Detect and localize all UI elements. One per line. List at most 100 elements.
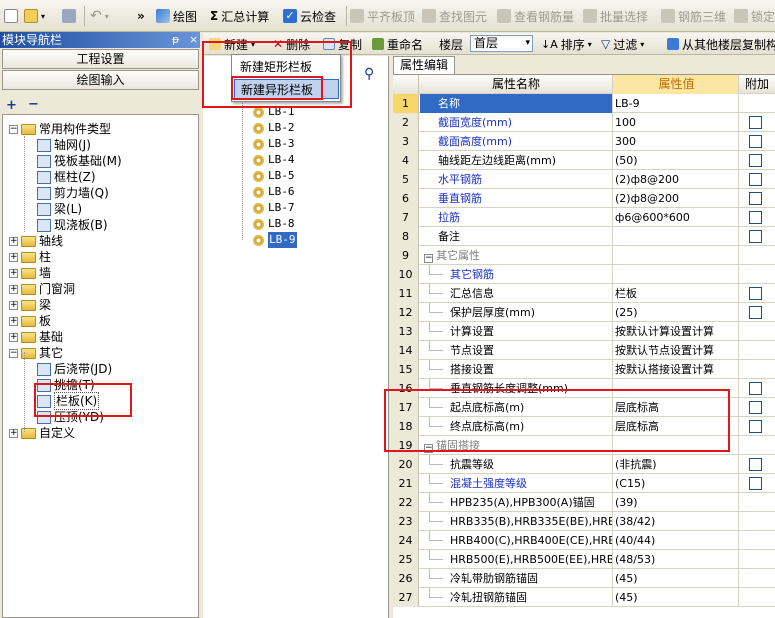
property-value[interactable]: LB-9 (613, 94, 739, 113)
find-element-button[interactable]: 查找图元 (422, 7, 487, 25)
table-row[interactable]: 1 名称 LB-9 (393, 94, 775, 113)
batch-select-button[interactable]: 批量选择 (583, 7, 648, 25)
collapse-icon[interactable]: − (9, 348, 18, 358)
table-row[interactable]: 26 冷轧带肋钢筋锚固 (45) (393, 569, 775, 588)
property-value[interactable]: ф6@600*600 (613, 208, 739, 227)
add-checkbox[interactable] (749, 420, 762, 433)
list-item[interactable]: LB-5 (253, 168, 295, 184)
tree-item[interactable]: 轴网(J) (37, 137, 91, 153)
view-rebar-button[interactable]: 查看钢筋量 (497, 7, 574, 25)
tree-item[interactable]: 筏板基础(M) (37, 153, 122, 169)
property-value[interactable] (613, 265, 739, 284)
add-checkbox[interactable] (749, 401, 762, 414)
tree-folder[interactable]: + 板 (9, 313, 51, 329)
property-value[interactable]: 300 (613, 132, 739, 151)
table-row[interactable]: 24 HRB400(C),HRB400E(CE),HRBF (40/44) (393, 531, 775, 550)
table-row[interactable]: 11 汇总信息 栏板 (393, 284, 775, 303)
add-checkbox[interactable] (749, 135, 762, 148)
add-checkbox[interactable] (749, 230, 762, 243)
drawing-input-button[interactable]: 绘图输入 (2, 70, 199, 90)
lock-button[interactable]: 锁定 (734, 7, 775, 25)
save-icon[interactable] (62, 7, 76, 25)
draw-button[interactable]: 绘图 (156, 7, 197, 25)
list-item[interactable]: LB-9 (253, 232, 297, 248)
property-value[interactable] (613, 246, 739, 265)
open-folder-icon[interactable]: ▾ (24, 7, 45, 25)
property-value[interactable]: 栏板 (613, 284, 739, 303)
expand-icon[interactable]: + (9, 300, 18, 310)
tree-folder[interactable]: − 常用构件类型 (9, 121, 111, 137)
tree-folder[interactable]: + 墙 (9, 265, 51, 281)
rebar-3d-button[interactable]: 钢筋三维 (661, 7, 726, 25)
property-value[interactable] (613, 227, 739, 246)
add-checkbox[interactable] (749, 192, 762, 205)
table-row[interactable]: 14 节点设置 按默认节点设置计算 (393, 341, 775, 360)
property-value[interactable]: (25) (613, 303, 739, 322)
expand-icon[interactable]: + (9, 284, 18, 294)
tree-folder[interactable]: − 其它 (9, 345, 63, 361)
collapse-all-icon[interactable]: − (28, 97, 39, 112)
property-value[interactable]: (45) (613, 588, 739, 607)
property-value[interactable]: (C15) (613, 474, 739, 493)
property-value[interactable]: (39) (613, 493, 739, 512)
new-file-icon[interactable] (4, 7, 18, 25)
list-item[interactable]: LB-8 (253, 216, 295, 232)
expand-all-icon[interactable]: + (6, 98, 17, 113)
add-checkbox[interactable] (749, 116, 762, 129)
add-checkbox[interactable] (749, 458, 762, 471)
pin-icon[interactable]: ᵽ (172, 32, 179, 48)
property-value[interactable]: 按默认节点设置计算 (613, 341, 739, 360)
copy-from-floor-button[interactable]: 从其他楼层复制构 (667, 35, 775, 53)
tab-property-edit[interactable]: 属性编辑 (393, 56, 455, 74)
tree-item[interactable]: 框柱(Z) (37, 169, 96, 185)
property-value[interactable]: (45) (613, 569, 739, 588)
table-row[interactable]: 6 垂直钢筋 (2)ф8@200 (393, 189, 775, 208)
tree-item[interactable]: 剪力墙(Q) (37, 185, 109, 201)
search-icon[interactable]: ⚲ (364, 66, 374, 82)
close-icon[interactable]: × (189, 32, 198, 48)
list-item[interactable]: LB-2 (253, 120, 295, 136)
rename-button[interactable]: 重命名 (372, 35, 423, 53)
property-value[interactable]: (非抗震) (613, 455, 739, 474)
property-value[interactable]: (2)ф8@200 (613, 170, 739, 189)
table-row[interactable]: 22 HPB235(A),HPB300(A)锚固 (39) (393, 493, 775, 512)
table-row[interactable]: 5 水平钢筋 (2)ф8@200 (393, 170, 775, 189)
add-checkbox[interactable] (749, 211, 762, 224)
sum-button[interactable]: Σ 汇总计算 (210, 7, 269, 25)
property-value[interactable]: (2)ф8@200 (613, 189, 739, 208)
list-item[interactable]: LB-4 (253, 152, 295, 168)
tree-folder[interactable]: + 门窗洞 (9, 281, 75, 297)
expand-icon[interactable]: + (9, 316, 18, 326)
cloud-check-button[interactable]: ✓ 云检查 (283, 7, 336, 25)
table-row[interactable]: 12 保护层厚度(mm) (25) (393, 303, 775, 322)
collapse-icon[interactable]: − (9, 124, 18, 134)
table-row[interactable]: 25 HRB500(E),HRB500E(EE),HRBF (48/53) (393, 550, 775, 569)
tree-item[interactable]: 后浇带(JD) (37, 361, 112, 377)
tree-folder[interactable]: + 基础 (9, 329, 63, 345)
add-checkbox[interactable] (749, 154, 762, 167)
add-checkbox[interactable] (749, 382, 762, 395)
add-checkbox[interactable] (749, 287, 762, 300)
table-row[interactable]: 21 混凝土强度等级 (C15) (393, 474, 775, 493)
table-row[interactable]: 8 备注 (393, 227, 775, 246)
property-value[interactable]: (48/53) (613, 550, 739, 569)
level-top-button[interactable]: 平齐板顶 (350, 7, 415, 25)
table-row[interactable]: 9− 其它属性 (393, 246, 775, 265)
table-row[interactable]: 15 搭接设置 按默认搭接设置计算 (393, 360, 775, 379)
property-value[interactable]: (40/44) (613, 531, 739, 550)
expand-icon[interactable]: + (9, 236, 18, 246)
add-checkbox[interactable] (749, 306, 762, 319)
property-value[interactable]: (50) (613, 151, 739, 170)
tree-folder[interactable]: + 梁 (9, 297, 51, 313)
expand-icon[interactable]: + (9, 332, 18, 342)
tree-folder[interactable]: + 自定义 (9, 425, 75, 441)
undo-icon[interactable]: ↶ ▾ (90, 7, 109, 25)
list-item[interactable]: LB-6 (253, 184, 295, 200)
more-chevron-icon[interactable]: » (137, 7, 145, 25)
sort-button[interactable]: ↓A 排序 ▾ (541, 35, 592, 53)
table-row[interactable]: 27 冷轧扭钢筋锚固 (45) (393, 588, 775, 607)
collapse-icon[interactable]: − (424, 254, 433, 263)
expand-icon[interactable]: + (9, 268, 18, 278)
add-checkbox[interactable] (749, 173, 762, 186)
property-value[interactable]: (38/42) (613, 512, 739, 531)
